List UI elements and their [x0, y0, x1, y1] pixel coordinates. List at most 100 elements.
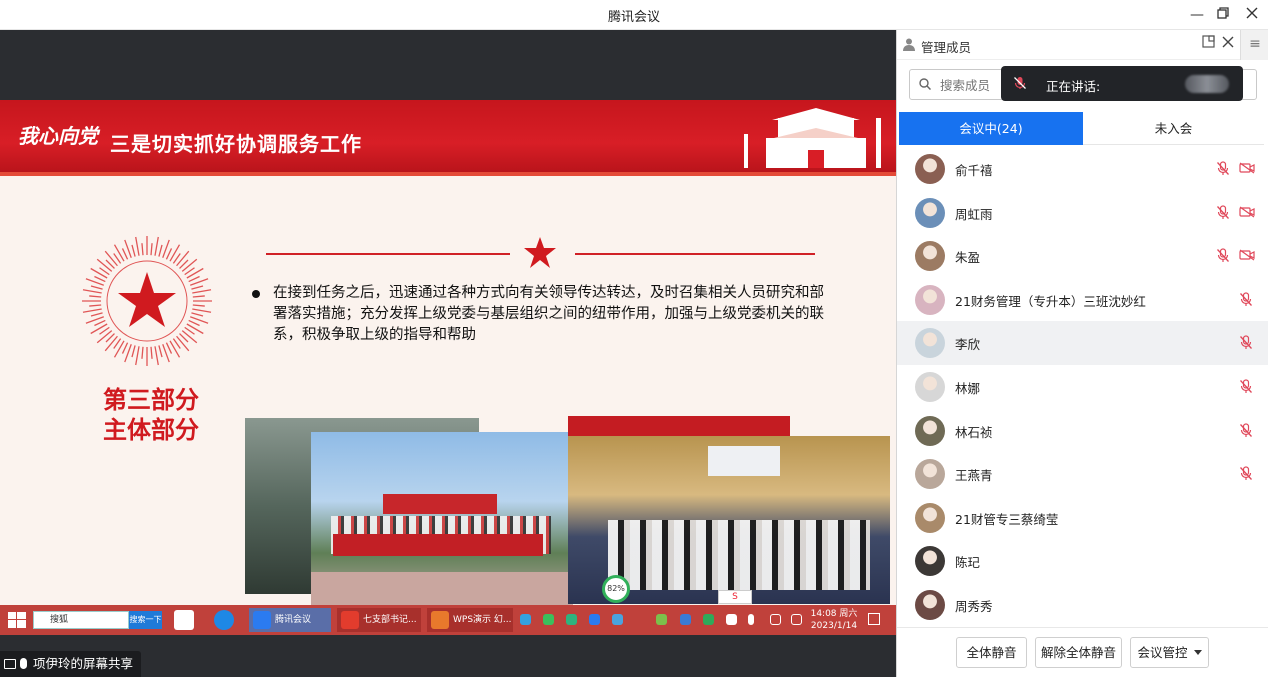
star-burst-icon: [82, 236, 212, 366]
mic-muted-icon[interactable]: [1239, 466, 1253, 481]
search-icon: [919, 78, 931, 90]
photo-banner: [383, 494, 497, 514]
member-row[interactable]: 陈玘: [897, 539, 1268, 583]
unmute-all-button[interactable]: 解除全体静音: [1035, 637, 1122, 668]
part-label: 第三部分 主体部分: [76, 385, 226, 445]
member-name: 21财管专三蔡绮莹: [955, 511, 1059, 527]
member-row[interactable]: 李欣: [897, 321, 1268, 365]
panel-footer: 全体静音 解除全体静音 会议管控: [897, 627, 1268, 677]
avatar: [915, 154, 945, 184]
member-row[interactable]: 21财务管理（专升本）三班沈妙红: [897, 278, 1268, 322]
mic-muted-icon[interactable]: [1216, 204, 1230, 220]
red-star-icon: [524, 237, 556, 268]
taskbar-app-wps-ppt: WPS演示 幻...: [427, 608, 513, 632]
slide-title: 三是切实抓好协调服务工作: [110, 132, 362, 156]
member-tabs: 会议中(24) 未入会: [899, 112, 1264, 145]
avatar: [915, 371, 945, 402]
windows-start-icon: [8, 612, 26, 628]
panel-title: 管理成员: [921, 40, 972, 55]
shared-taskbar: 搜狐 搜索一下 腾讯会议 七支部书记... WPS演示 幻... 14:08 周…: [0, 605, 896, 635]
member-row[interactable]: 王燕青: [897, 452, 1268, 496]
divider-left: [266, 253, 510, 255]
screen-share-view[interactable]: 我心向党 三是切实抓好协调服务工作 第三部分 主体部分 在接到任务之后，迅速通过…: [0, 30, 896, 677]
member-name: 21财务管理（专升本）三班沈妙红: [955, 293, 1146, 309]
member-row[interactable]: 林娜: [897, 365, 1268, 409]
minimize-icon[interactable]: —: [1186, 4, 1208, 26]
avatar: [915, 328, 945, 359]
avatar: [915, 284, 945, 315]
member-row[interactable]: 周虹雨: [897, 191, 1268, 235]
person-icon: [903, 38, 915, 51]
mic-muted-icon[interactable]: [1239, 335, 1253, 350]
tray-icon-capture: [612, 614, 623, 625]
member-name: 俞千禧: [955, 163, 993, 178]
mic-muted-icon[interactable]: [1239, 422, 1253, 438]
divider-right: [575, 253, 815, 255]
mic-muted-icon[interactable]: [1216, 248, 1230, 263]
avatar: [915, 415, 945, 446]
screen-share-owner: 项伊玲的屏幕共享: [33, 656, 134, 671]
tray-icon-app: [566, 614, 577, 625]
word-icon: [174, 610, 194, 630]
member-row[interactable]: 林石祯: [897, 409, 1268, 453]
member-row[interactable]: 21财管专三蔡绮莹: [897, 496, 1268, 540]
tray-icon-green: [703, 614, 714, 625]
photo-ground: [311, 572, 573, 605]
member-row[interactable]: 周秀秀: [897, 583, 1268, 627]
input-method-badge: S: [718, 590, 752, 604]
mute-all-button[interactable]: 全体静音: [956, 637, 1027, 668]
part-label-line-1: 第三部分: [103, 386, 199, 414]
tray-icon-cloud: [520, 614, 531, 625]
tray-icon-monitor: [726, 614, 737, 625]
taskbar-app-label: 腾讯会议: [275, 615, 312, 625]
tab-not-joined[interactable]: 未入会: [1083, 112, 1264, 145]
wps-presentation-icon: [431, 611, 449, 629]
taskbar-date: 2023/1/14: [810, 621, 858, 631]
speaking-tooltip: 正在讲话:: [1001, 66, 1243, 101]
photo-group-outdoor: [311, 432, 573, 605]
camera-off-icon[interactable]: [1239, 206, 1255, 218]
member-row[interactable]: 俞千禧: [897, 147, 1268, 191]
performance-badge: 82%: [602, 575, 630, 603]
panel-header: 管理成员: [897, 30, 1240, 60]
mic-muted-icon: [1014, 77, 1026, 89]
taskbar-search-button: 搜索一下: [129, 611, 162, 629]
mic-muted-icon[interactable]: [1239, 379, 1253, 394]
slide-header-line: [0, 172, 896, 176]
avatar: [915, 589, 945, 620]
wifi-icon: [770, 614, 781, 625]
close-icon[interactable]: [1241, 4, 1263, 26]
tab-in-meeting[interactable]: 会议中(24): [899, 112, 1083, 145]
menu-icon[interactable]: ≡: [1240, 30, 1268, 60]
usb-icon: [748, 614, 754, 625]
taskbar-app-tencent-meeting: 腾讯会议: [249, 608, 331, 632]
meeting-control-button[interactable]: 会议管控: [1130, 637, 1209, 668]
search-input[interactable]: [940, 75, 1004, 95]
avatar: [915, 459, 945, 490]
window-title: 腾讯会议: [607, 10, 660, 25]
photo-screen: [708, 446, 780, 476]
popout-icon[interactable]: [1199, 35, 1217, 53]
speaker-name-blurred: [1185, 75, 1229, 93]
tencent-meeting-icon: [253, 611, 271, 629]
bullet-dot: [252, 290, 260, 298]
member-name: 朱盈: [955, 250, 981, 266]
taskbar-app-label: 七支部书记...: [363, 615, 417, 625]
member-row[interactable]: 朱盈: [897, 234, 1268, 278]
slide-logo: 我心向党: [18, 124, 98, 148]
member-name: 李欣: [955, 337, 981, 353]
presentation-slide: 我心向党 三是切实抓好协调服务工作 第三部分 主体部分 在接到任务之后，迅速通过…: [0, 100, 896, 605]
mic-muted-icon[interactable]: [1216, 161, 1230, 176]
member-name: 林石祯: [955, 424, 993, 440]
taskbar-app-wps-doc: 七支部书记...: [337, 608, 421, 632]
camera-off-icon[interactable]: [1239, 249, 1255, 261]
camera-off-icon[interactable]: [1239, 162, 1255, 174]
restore-icon[interactable]: [1212, 4, 1234, 26]
wps-writer-icon: [341, 611, 359, 629]
tray-icon-security: [656, 614, 667, 625]
close-panel-icon[interactable]: [1219, 35, 1237, 53]
photo-people: [608, 520, 870, 590]
mic-muted-icon[interactable]: [1239, 292, 1253, 307]
member-name: 周虹雨: [955, 206, 993, 222]
photo-banner-front: [333, 534, 543, 556]
